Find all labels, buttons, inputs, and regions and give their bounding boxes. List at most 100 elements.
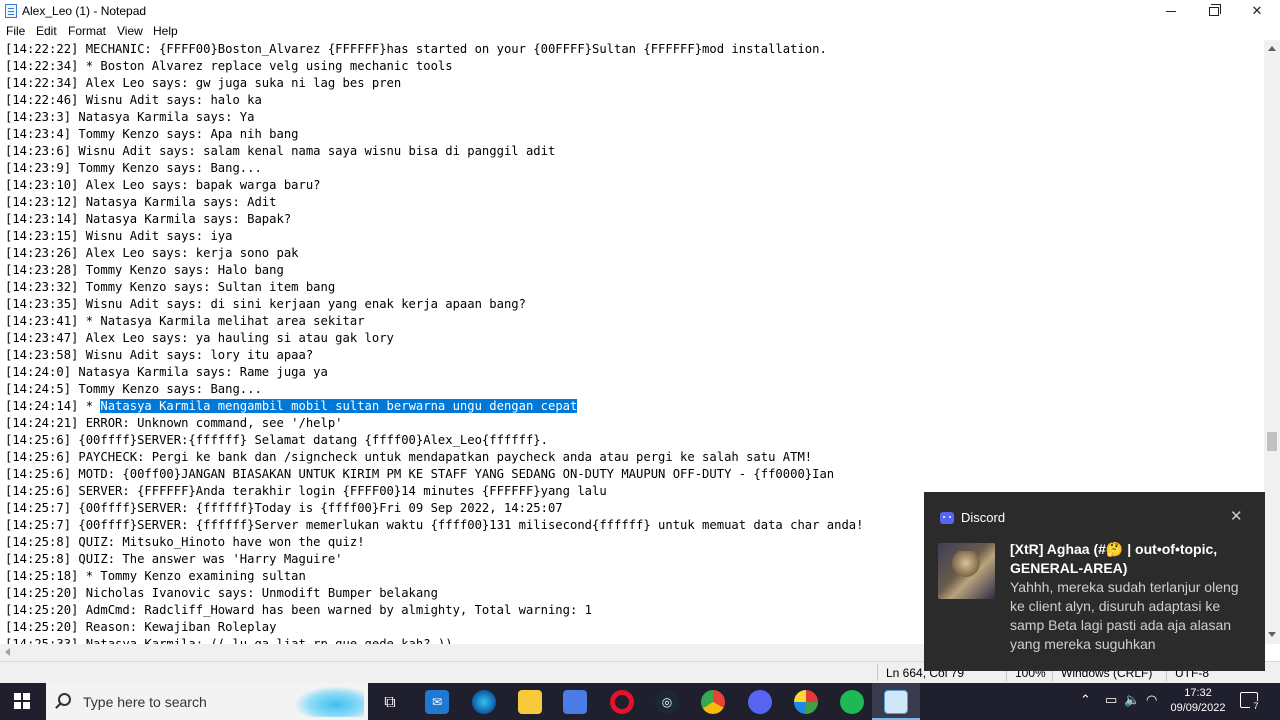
log-line[interactable]: [14:24:5] Tommy Kenzo says: Bang... <box>5 381 262 398</box>
scroll-up-icon[interactable] <box>1268 46 1276 51</box>
log-line[interactable]: [14:23:4] Tommy Kenzo says: Apa nih bang <box>5 126 299 143</box>
log-line-text: [14:22:22] MECHANIC: {FFFF00}Boston_Alva… <box>5 42 827 56</box>
log-line[interactable]: [14:25:6] PAYCHECK: Pergi ke bank dan /s… <box>5 449 812 466</box>
log-line[interactable]: [14:25:6] {00ffff}SERVER:{ffffff} Selama… <box>5 432 548 449</box>
selected-text[interactable]: Natasya Karmila mengambil mobil sultan b… <box>100 399 578 413</box>
log-line[interactable]: [14:23:9] Tommy Kenzo says: Bang... <box>5 160 262 177</box>
avatar <box>938 543 995 599</box>
menu-help[interactable]: Help <box>153 24 178 38</box>
log-line-text: [14:25:8] QUIZ: Mitsuko_Hinoto have won … <box>5 535 365 549</box>
log-line-text: [14:23:4] Tommy Kenzo says: Apa nih bang <box>5 127 299 141</box>
log-line[interactable]: [14:25:7] {00ffff}SERVER: {ffffff}Today … <box>5 500 563 517</box>
log-line[interactable]: [14:23:12] Natasya Karmila says: Adit <box>5 194 277 211</box>
log-line[interactable]: [14:23:6] Wisnu Adit says: salam kenal n… <box>5 143 555 160</box>
log-line-text: [14:23:26] Alex Leo says: kerja sono pak <box>5 246 299 260</box>
spotify-icon[interactable] <box>840 690 864 714</box>
mail-icon[interactable]: ✉ <box>425 690 449 714</box>
log-line[interactable]: [14:25:7] {00ffff}SERVER: {ffffff}Server… <box>5 517 864 534</box>
log-line[interactable]: [14:25:20] Reason: Kewajiban Roleplay <box>5 619 277 636</box>
log-line[interactable]: [14:25:6] MOTD: {00ff00}JANGAN BIASAKAN … <box>5 466 834 483</box>
log-line[interactable]: [14:25:18] * Tommy Kenzo examining sulta… <box>5 568 306 585</box>
log-line-text: [14:23:28] Tommy Kenzo says: Halo bang <box>5 263 284 277</box>
discord-notification[interactable]: Discord ✕ [XtR] Aghaa (#🤔 | out•of•topic… <box>924 492 1265 671</box>
log-line-text: [14:25:6] {00ffff}SERVER:{ffffff} Selama… <box>5 433 548 447</box>
log-line-text: [14:25:7] {00ffff}SERVER: {ffffff}Today … <box>5 501 563 515</box>
log-line[interactable]: [14:25:33] Natasya Karmila: (( lu ga lia… <box>5 636 453 644</box>
clock-time: 17:32 <box>1184 687 1212 699</box>
log-line[interactable]: [14:24:14] * Natasya Karmila mengambil m… <box>5 398 578 415</box>
log-line[interactable]: [14:22:22] MECHANIC: {FFFF00}Boston_Alva… <box>5 41 827 58</box>
log-line[interactable]: [14:25:6] SERVER: {FFFFFF}Anda terakhir … <box>5 483 607 500</box>
log-line[interactable]: [14:24:0] Natasya Karmila says: Rame jug… <box>5 364 328 381</box>
notification-close-icon[interactable]: ✕ <box>1230 507 1243 525</box>
log-line[interactable]: [14:23:58] Wisnu Adit says: lory itu apa… <box>5 347 313 364</box>
log-line[interactable]: [14:23:28] Tommy Kenzo says: Halo bang <box>5 262 284 279</box>
log-line[interactable]: [14:23:26] Alex Leo says: kerja sono pak <box>5 245 299 262</box>
log-line[interactable]: [14:22:46] Wisnu Adit says: halo ka <box>5 92 262 109</box>
log-line-text: [14:25:18] * Tommy Kenzo examining sulta… <box>5 569 306 583</box>
battery-icon[interactable]: ▭ <box>1105 693 1117 708</box>
log-line[interactable]: [14:23:47] Alex Leo says: ya hauling si … <box>5 330 394 347</box>
log-line-text: [14:23:32] Tommy Kenzo says: Sultan item… <box>5 280 336 294</box>
log-line[interactable]: [14:23:32] Tommy Kenzo says: Sultan item… <box>5 279 335 296</box>
vertical-scrollbar[interactable] <box>1264 40 1280 644</box>
start-button[interactable] <box>14 693 30 709</box>
title-bar[interactable]: Alex_Leo (1) - Notepad ✕ <box>0 0 1280 22</box>
task-view-icon[interactable]: ⧉ <box>378 690 402 714</box>
scroll-left-icon[interactable] <box>5 648 10 656</box>
log-line-text: [14:22:46] Wisnu Adit says: halo ka <box>5 93 262 107</box>
log-line[interactable]: [14:23:35] Wisnu Adit says: di sini kerj… <box>5 296 526 313</box>
log-line[interactable]: [14:25:20] AdmCmd: Radcliff_Howard has b… <box>5 602 592 619</box>
windows-logo-icon-part <box>23 693 30 700</box>
taskbar-clock[interactable]: 17:32 09/09/2022 <box>1168 686 1228 716</box>
network-icon[interactable]: ◠ <box>1146 693 1157 708</box>
log-line[interactable]: [14:24:21] ERROR: Unknown command, see '… <box>5 415 343 432</box>
minimize-button[interactable] <box>1148 0 1194 22</box>
window-title: Alex_Leo (1) - Notepad <box>22 4 147 18</box>
menu-format[interactable]: Format <box>68 24 106 38</box>
log-line[interactable]: [14:22:34] Alex Leo says: gw juga suka n… <box>5 75 401 92</box>
file-explorer-icon[interactable] <box>518 690 542 714</box>
discord-taskbar-icon[interactable] <box>748 690 772 714</box>
scroll-thumb[interactable] <box>1267 432 1277 451</box>
notepad-taskbar-icon[interactable] <box>884 690 908 714</box>
search-placeholder: Type here to search <box>83 694 207 710</box>
chrome-icon[interactable] <box>701 690 725 714</box>
show-hidden-icons-icon[interactable]: ⌃ <box>1080 693 1091 708</box>
discord-icon <box>940 512 954 524</box>
log-line-text: [14:25:8] QUIZ: The answer was 'Harry Ma… <box>5 552 343 566</box>
windows-logo-icon-part <box>23 702 30 709</box>
close-icon: ✕ <box>1251 3 1263 19</box>
close-button[interactable]: ✕ <box>1234 0 1280 22</box>
paint-icon[interactable] <box>794 690 818 714</box>
minimize-icon <box>1166 10 1176 12</box>
store-icon[interactable] <box>563 690 587 714</box>
maximize-button[interactable] <box>1191 0 1237 22</box>
log-line[interactable]: [14:25:8] QUIZ: Mitsuko_Hinoto have won … <box>5 534 365 551</box>
volume-icon[interactable]: 🔈 <box>1124 693 1140 708</box>
menu-edit[interactable]: Edit <box>36 24 57 38</box>
scroll-down-icon[interactable] <box>1268 632 1276 637</box>
log-line[interactable]: [14:25:20] Nicholas Ivanovic says: Unmod… <box>5 585 438 602</box>
log-line[interactable]: [14:25:8] QUIZ: The answer was 'Harry Ma… <box>5 551 343 568</box>
edge-icon[interactable] <box>472 690 496 714</box>
log-line[interactable]: [14:23:14] Natasya Karmila says: Bapak? <box>5 211 291 228</box>
log-line-text: [14:23:58] Wisnu Adit says: lory itu apa… <box>5 348 314 362</box>
log-line[interactable]: [14:23:41] * Natasya Karmila melihat are… <box>5 313 365 330</box>
menu-view[interactable]: View <box>117 24 143 38</box>
log-line[interactable]: [14:23:15] Wisnu Adit says: iya <box>5 228 232 245</box>
log-line-text: [14:25:7] {00ffff}SERVER: {ffffff}Server… <box>5 518 864 532</box>
windows-logo-icon-part <box>14 702 21 709</box>
steam-icon[interactable]: ◎ <box>655 690 679 714</box>
taskbar-search[interactable]: Type here to search <box>46 683 368 720</box>
log-line-text: [14:23:10] Alex Leo says: bapak warga ba… <box>5 178 321 192</box>
opera-icon[interactable] <box>610 690 634 714</box>
log-line-text: [14:25:6] SERVER: {FFFFFF}Anda terakhir … <box>5 484 607 498</box>
log-line[interactable]: [14:22:34] * Boston Alvarez replace velg… <box>5 58 453 75</box>
notification-body: Yahhh, mereka sudah terlanjur oleng ke c… <box>1010 579 1239 652</box>
restore-icon <box>1209 3 1221 16</box>
log-line-text: [14:24:14] * <box>5 399 101 413</box>
log-line[interactable]: [14:23:3] Natasya Karmila says: Ya <box>5 109 254 126</box>
menu-file[interactable]: File <box>6 24 25 38</box>
log-line[interactable]: [14:23:10] Alex Leo says: bapak warga ba… <box>5 177 321 194</box>
